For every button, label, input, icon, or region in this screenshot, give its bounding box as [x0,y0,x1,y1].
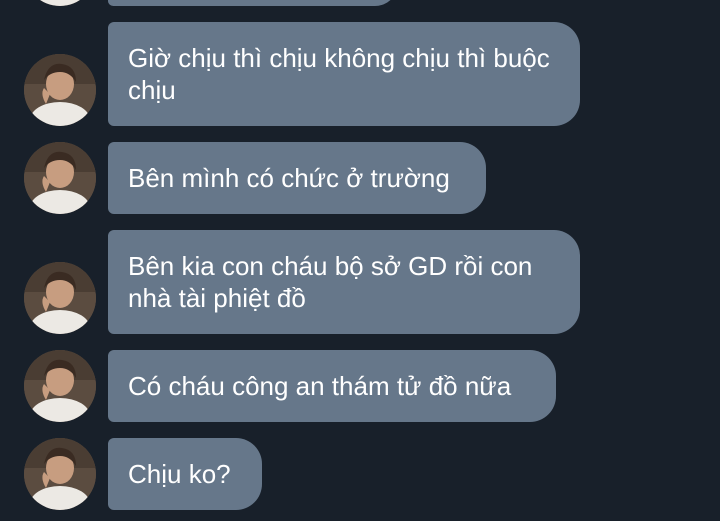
message-bubble-partial [108,0,398,6]
avatar[interactable] [24,262,96,334]
message-text: Có cháu công an thám tử đồ nữa [128,371,512,401]
message-bubble[interactable]: Bên mình có chức ở trường [108,142,486,214]
message-bubble[interactable]: Bên kia con cháu bộ sở GD rồi con nhà tà… [108,230,580,334]
message-text: Chịu ko? [128,459,231,489]
message-text: Bên mình có chức ở trường [128,163,450,193]
message-bubble[interactable]: Giờ chịu thì chịu không chịu thì buộc ch… [108,22,580,126]
message-text: Bên kia con cháu bộ sở GD rồi con nhà tà… [128,251,533,313]
message-bubble[interactable]: Có cháu công an thám tử đồ nữa [108,350,556,422]
avatar-partial[interactable] [24,0,96,6]
avatar[interactable] [24,142,96,214]
avatar[interactable] [24,438,96,510]
message-bubble[interactable]: Chịu ko? [108,438,262,510]
message-text: Giờ chịu thì chịu không chịu thì buộc ch… [128,43,550,105]
avatar[interactable] [24,350,96,422]
avatar[interactable] [24,54,96,126]
